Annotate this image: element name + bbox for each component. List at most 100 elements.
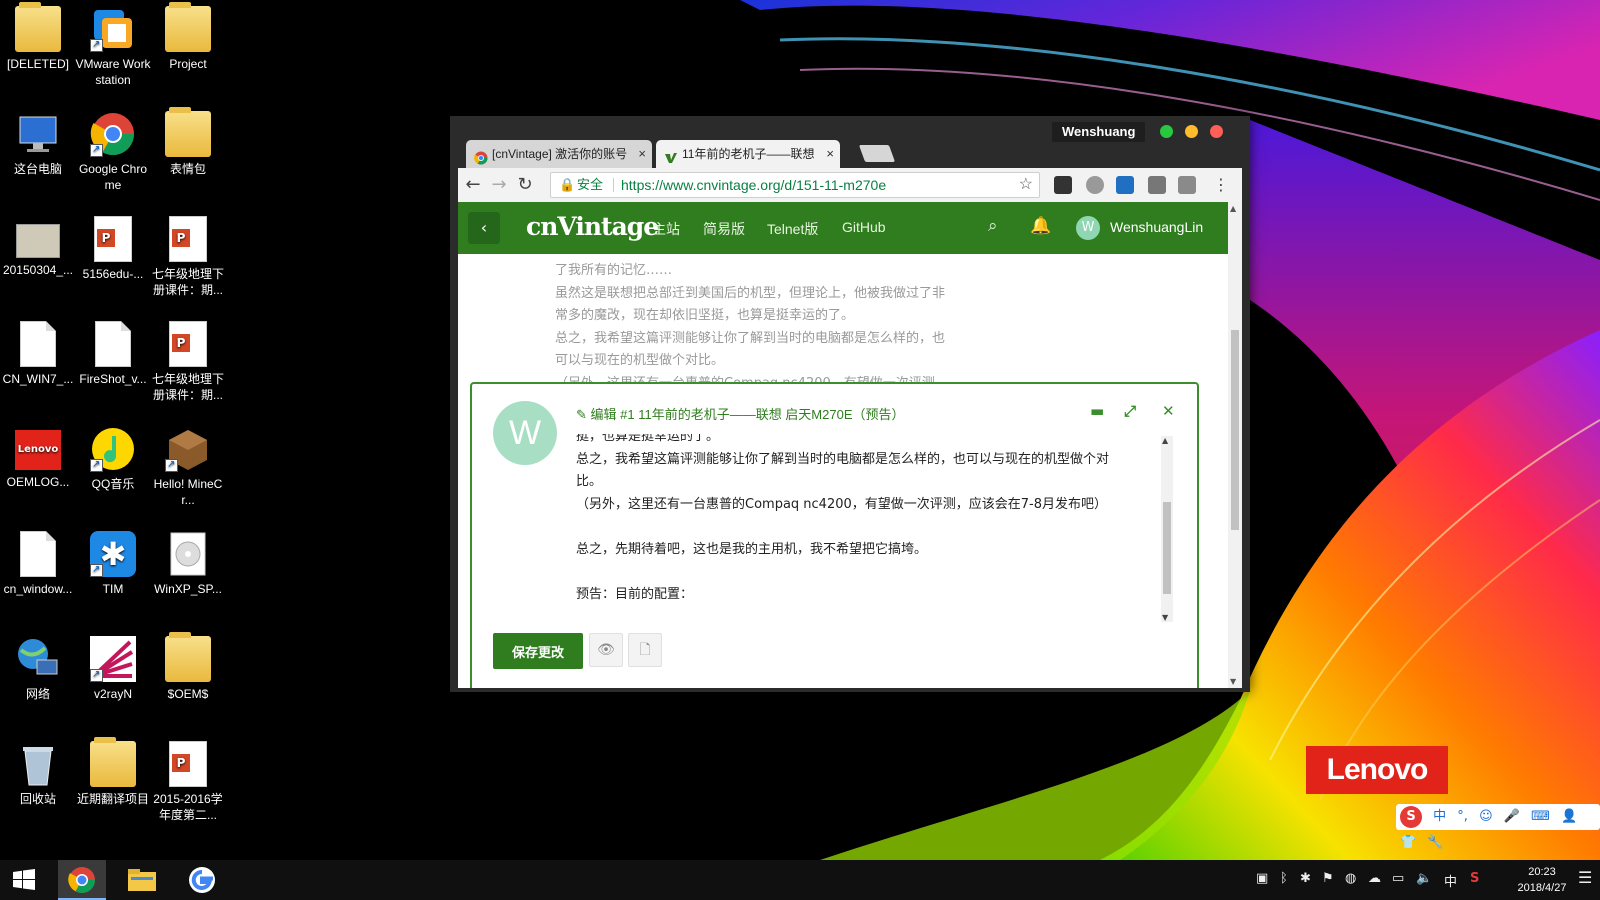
extension-cloud-icon[interactable]: [1086, 176, 1104, 194]
taskbar-google-icon[interactable]: [178, 860, 226, 900]
scroll-thumb[interactable]: [1163, 502, 1171, 594]
desktop-icon[interactable]: $OEM$: [150, 632, 226, 702]
desktop-icon[interactable]: Lenovo OEMLOG...: [0, 426, 76, 490]
onedrive-icon[interactable]: ☁: [1368, 871, 1381, 886]
desktop-icon[interactable]: VMware Workstation: [75, 6, 151, 88]
tools-icon[interactable]: 🔧: [1427, 835, 1443, 850]
reload-icon[interactable]: ↻: [514, 174, 536, 196]
action-center-icon[interactable]: ☰: [1578, 868, 1592, 887]
avatar[interactable]: W: [1076, 216, 1100, 240]
document-icon[interactable]: 🗋: [628, 633, 662, 667]
scroll-thumb[interactable]: [1231, 330, 1239, 530]
address-bar[interactable]: 🔒 安全 https://www.cnvintage.org/d/151-11-…: [550, 172, 1040, 198]
back-arrow-icon[interactable]: ←: [462, 174, 484, 196]
extension-s-icon[interactable]: [1116, 176, 1134, 194]
desktop-icon[interactable]: P 七年级地理下册课件：期...: [150, 216, 226, 298]
desktop-icon[interactable]: P 2015-2016学年度第二...: [150, 741, 226, 823]
tray-qq-icon[interactable]: ◍: [1345, 871, 1356, 886]
emoji-icon[interactable]: ☺: [1479, 809, 1493, 824]
close-window-button[interactable]: [1210, 125, 1223, 138]
scroll-down-icon[interactable]: ▼: [1162, 613, 1168, 622]
desktop-icon[interactable]: v2rayN: [75, 636, 151, 702]
taskbar-chrome-icon[interactable]: [58, 860, 106, 900]
url-text[interactable]: https://www.cnvintage.org/d/151-11-m270e: [621, 173, 886, 197]
desktop-icon[interactable]: P 5156edu-...: [75, 216, 151, 282]
desktop-icon[interactable]: [DELETED]: [0, 2, 76, 72]
preview-eye-icon[interactable]: 👁: [589, 633, 623, 667]
ime-toolbar[interactable]: S 中 °, ☺ 🎤 ⌨ 👤 👕 🔧: [1396, 804, 1600, 850]
desktop-icon-label: 20150304_...: [2, 263, 74, 277]
action-flag-icon[interactable]: ⚑: [1322, 871, 1334, 886]
desktop-icon[interactable]: QQ音乐: [75, 426, 151, 492]
composer-scrollbar[interactable]: ▲ ▼: [1161, 436, 1173, 622]
sogou-tray-icon[interactable]: S: [1470, 871, 1479, 886]
desktop-icon[interactable]: 近期翻译项目: [75, 737, 151, 807]
extension-camera-icon[interactable]: [1148, 176, 1166, 194]
system-clock[interactable]: 20:23 2018/4/27: [1512, 864, 1572, 896]
desktop-icon[interactable]: WinXP_SP...: [150, 531, 226, 597]
nav-link-main[interactable]: 主站: [652, 219, 680, 239]
page-scrollbar[interactable]: ▲ ▼: [1228, 202, 1242, 688]
bluetooth-icon[interactable]: ᛒ: [1280, 871, 1288, 886]
taskbar-file-explorer-icon[interactable]: [118, 860, 166, 900]
nav-link-github[interactable]: GitHub: [842, 219, 886, 235]
user-menu[interactable]: WenshuangLin: [1110, 219, 1203, 235]
nav-link-telnet[interactable]: Telnet版: [767, 219, 818, 239]
search-icon[interactable]: ⌕: [988, 216, 998, 236]
composer-textarea[interactable]: 挺，也算是挺幸运的了。 总之，我希望这篇评测能够让你了解到当时的电脑都是怎么样的…: [576, 434, 1176, 624]
close-composer-icon[interactable]: ✕: [1162, 402, 1175, 420]
extension-reader-icon[interactable]: [1054, 176, 1072, 194]
security-label[interactable]: 安全: [577, 173, 603, 197]
scroll-down-icon[interactable]: ▼: [1230, 677, 1236, 686]
windows-start-icon[interactable]: [0, 860, 48, 900]
maximize-button[interactable]: [1160, 125, 1173, 138]
chrome-menu-icon[interactable]: ⋮: [1210, 174, 1232, 196]
desktop-icon[interactable]: CN_WIN7_...: [0, 321, 76, 387]
ime-punctuation[interactable]: °,: [1457, 809, 1468, 824]
desktop-icon[interactable]: Hello! MineCr...: [150, 426, 226, 508]
tab-activate-account[interactable]: [cnVintage] 激活你的账号 ×: [466, 140, 652, 168]
input-language[interactable]: 中: [1444, 871, 1457, 890]
desktop-icon[interactable]: cn_window...: [0, 531, 76, 597]
new-tab-button[interactable]: [858, 145, 896, 162]
minimize-button[interactable]: [1185, 125, 1198, 138]
tray-connect-icon[interactable]: ▣: [1256, 871, 1268, 886]
forward-arrow-icon[interactable]: →: [488, 174, 510, 196]
tray-tim-icon[interactable]: ✱: [1300, 871, 1311, 886]
site-logo[interactable]: cnVintage: [526, 212, 659, 241]
extension-puzzle-icon[interactable]: [1178, 176, 1196, 194]
back-button[interactable]: ‹: [468, 212, 500, 244]
profile-button[interactable]: Wenshuang: [1052, 122, 1146, 142]
microphone-icon[interactable]: 🎤: [1504, 809, 1520, 824]
desktop-icon[interactable]: 表情包: [150, 107, 226, 177]
desktop-icon[interactable]: 20150304_...: [0, 216, 76, 278]
minimize-composer-icon[interactable]: ▬: [1090, 402, 1104, 420]
save-changes-button[interactable]: 保存更改: [493, 633, 583, 669]
desktop-icon[interactable]: 网络: [0, 636, 76, 702]
tab-close-icon[interactable]: ×: [824, 140, 834, 168]
tab-article[interactable]: 11年前的老机子——联想 ×: [656, 140, 840, 168]
ime-mode-chinese[interactable]: 中: [1433, 809, 1446, 824]
desktop-icon[interactable]: FireShot_v...: [75, 321, 151, 387]
scroll-up-icon[interactable]: ▲: [1230, 204, 1236, 213]
desktop-icon[interactable]: ✱ TIM: [75, 531, 151, 597]
bookmark-star-icon[interactable]: ☆: [1019, 173, 1033, 197]
lock-icon[interactable]: 🔒: [559, 173, 575, 197]
sogou-ime-icon[interactable]: S: [1400, 806, 1422, 828]
desktop-icon[interactable]: 这台电脑: [0, 111, 76, 177]
volume-icon[interactable]: 🔈: [1416, 871, 1432, 886]
user-icon[interactable]: 👤: [1561, 809, 1577, 824]
title-bar[interactable]: Wenshuang [cnVintage] 激活你的账号 × 11年前的老机子—…: [450, 116, 1250, 168]
desktop-icon[interactable]: Google Chrome: [75, 111, 151, 193]
keyboard-icon[interactable]: ⌨: [1531, 809, 1550, 824]
network-icon[interactable]: ▭: [1392, 871, 1404, 886]
notification-bell-icon[interactable]: 🔔: [1030, 216, 1051, 236]
desktop-icon[interactable]: Project: [150, 2, 226, 72]
fullscreen-composer-icon[interactable]: ⤢: [1124, 402, 1136, 420]
desktop-icon[interactable]: P 七年级地理下册课件：期...: [150, 321, 226, 403]
skin-icon[interactable]: 👕: [1400, 835, 1416, 850]
desktop-icon[interactable]: 回收站: [0, 741, 76, 807]
scroll-up-icon[interactable]: ▲: [1162, 436, 1168, 445]
nav-link-lite[interactable]: 简易版: [703, 219, 745, 239]
tab-close-icon[interactable]: ×: [636, 140, 646, 168]
